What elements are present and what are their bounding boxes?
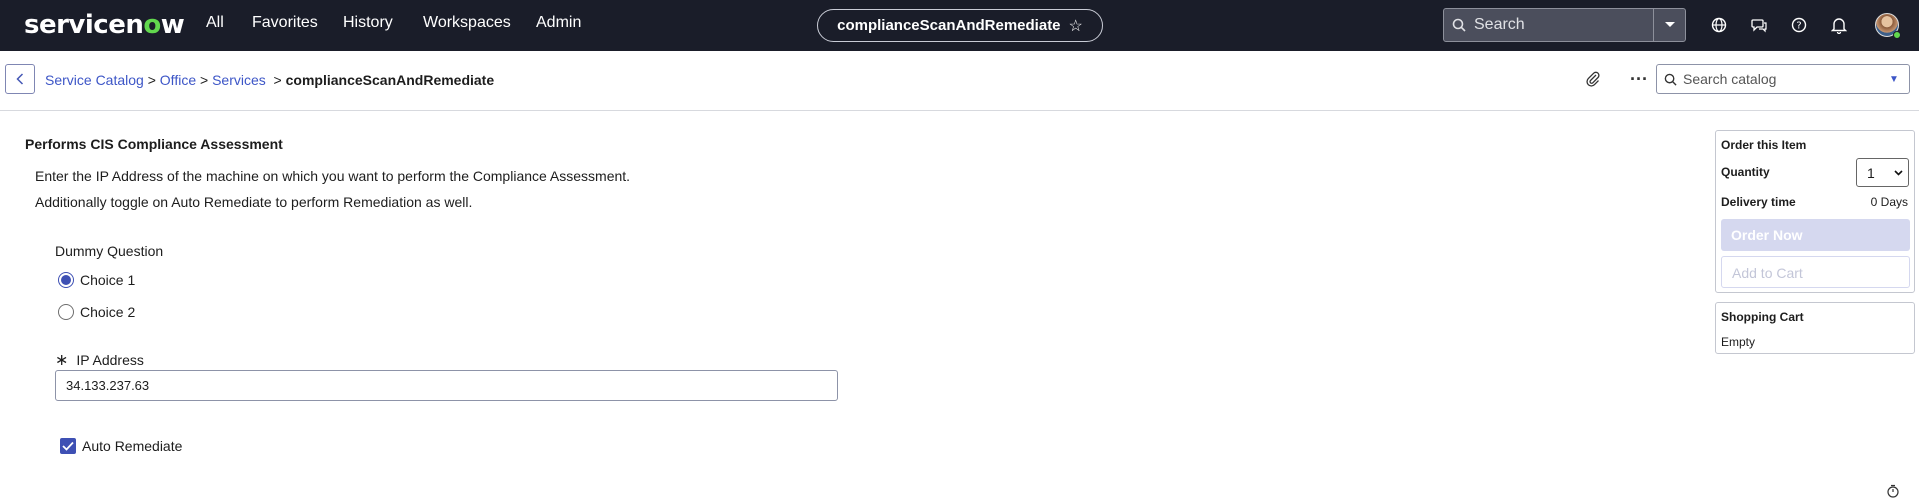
global-search[interactable]: Search bbox=[1443, 8, 1686, 42]
page-title: complianceScanAndRemediate bbox=[837, 17, 1061, 34]
page-title-pill[interactable]: complianceScanAndRemediate ☆ bbox=[817, 9, 1103, 42]
catalog-search-input[interactable]: Search catalog bbox=[1683, 71, 1889, 87]
checkbox-checked[interactable] bbox=[60, 438, 76, 454]
auto-remediate-option[interactable]: Auto Remediate bbox=[60, 438, 182, 454]
breadcrumb-service-catalog[interactable]: Service Catalog bbox=[45, 72, 144, 88]
quantity-select[interactable]: 1 bbox=[1856, 158, 1909, 187]
servicenow-logo[interactable]: servicenow bbox=[24, 10, 185, 40]
global-search-input[interactable]: Search bbox=[1474, 16, 1653, 34]
online-status-indicator bbox=[1893, 31, 1901, 39]
ip-address-input[interactable] bbox=[55, 370, 838, 401]
bell-icon[interactable] bbox=[1828, 14, 1850, 36]
chevron-left-icon bbox=[16, 73, 24, 85]
chevron-down-icon[interactable] bbox=[1653, 9, 1685, 41]
svg-text:?: ? bbox=[1796, 21, 1801, 32]
radio-choice-2[interactable]: Choice 2 bbox=[58, 303, 135, 321]
chevron-down-icon bbox=[1894, 169, 1903, 176]
catalog-search[interactable]: Search catalog ▼ bbox=[1656, 64, 1910, 94]
radio-label: Choice 1 bbox=[80, 272, 136, 288]
breadcrumb-bar: Service Catalog > Office > Services > co… bbox=[0, 51, 1919, 111]
nav-workspaces[interactable]: Workspaces bbox=[423, 14, 511, 32]
search-icon bbox=[1444, 18, 1474, 32]
form-description-2: Additionally toggle on Auto Remediate to… bbox=[35, 194, 473, 210]
breadcrumb: Service Catalog > Office > Services > co… bbox=[45, 72, 495, 88]
nav-all[interactable]: All bbox=[206, 14, 224, 32]
more-options-icon[interactable]: ··· bbox=[1630, 69, 1648, 90]
help-icon[interactable]: ? bbox=[1788, 14, 1810, 36]
nav-favorites[interactable]: Favorites bbox=[252, 14, 318, 32]
back-button[interactable] bbox=[5, 64, 35, 94]
timer-icon[interactable] bbox=[1886, 484, 1900, 503]
radio-button-selected[interactable] bbox=[58, 272, 74, 288]
breadcrumb-current: complianceScanAndRemediate bbox=[285, 72, 495, 88]
nav-history[interactable]: History bbox=[343, 14, 393, 32]
top-nav-bar: servicenow All Favorites History Workspa… bbox=[0, 0, 1919, 51]
radio-button[interactable] bbox=[58, 304, 74, 320]
shopping-cart-status: Empty bbox=[1721, 335, 1756, 349]
radio-choice-1[interactable]: Choice 1 bbox=[58, 271, 135, 289]
delivery-time-label: Delivery time bbox=[1721, 195, 1796, 209]
shopping-cart-panel: Shopping Cart Empty bbox=[1715, 302, 1915, 354]
ip-address-label: ∗ IP Address bbox=[55, 352, 144, 369]
chat-icon[interactable] bbox=[1748, 14, 1770, 36]
breadcrumb-services[interactable]: Services bbox=[212, 72, 266, 88]
breadcrumb-office[interactable]: Office bbox=[160, 72, 196, 88]
form-title: Performs CIS Compliance Assessment bbox=[25, 136, 283, 152]
shopping-cart-title: Shopping Cart bbox=[1721, 310, 1804, 324]
paperclip-icon[interactable] bbox=[1586, 71, 1600, 92]
nav-admin[interactable]: Admin bbox=[536, 14, 581, 32]
search-icon bbox=[1657, 73, 1683, 86]
quantity-label: Quantity bbox=[1721, 165, 1770, 179]
dummy-question-label: Dummy Question bbox=[55, 243, 164, 259]
auto-remediate-label: Auto Remediate bbox=[82, 438, 183, 454]
star-icon[interactable]: ☆ bbox=[1069, 16, 1083, 36]
add-to-cart-button[interactable]: Add to Cart bbox=[1721, 256, 1910, 288]
order-now-button[interactable]: Order Now bbox=[1721, 219, 1910, 251]
chevron-down-icon[interactable]: ▼ bbox=[1889, 74, 1909, 85]
required-asterisk-icon: ∗ bbox=[55, 352, 69, 369]
form-description: Enter the IP Address of the machine on w… bbox=[35, 168, 631, 184]
order-panel: Order this Item Quantity 1 Delivery time… bbox=[1715, 130, 1915, 293]
delivery-time-value: 0 Days bbox=[1870, 195, 1908, 209]
order-panel-title: Order this Item bbox=[1721, 138, 1807, 152]
globe-icon[interactable] bbox=[1708, 14, 1730, 36]
radio-label: Choice 2 bbox=[80, 304, 136, 320]
